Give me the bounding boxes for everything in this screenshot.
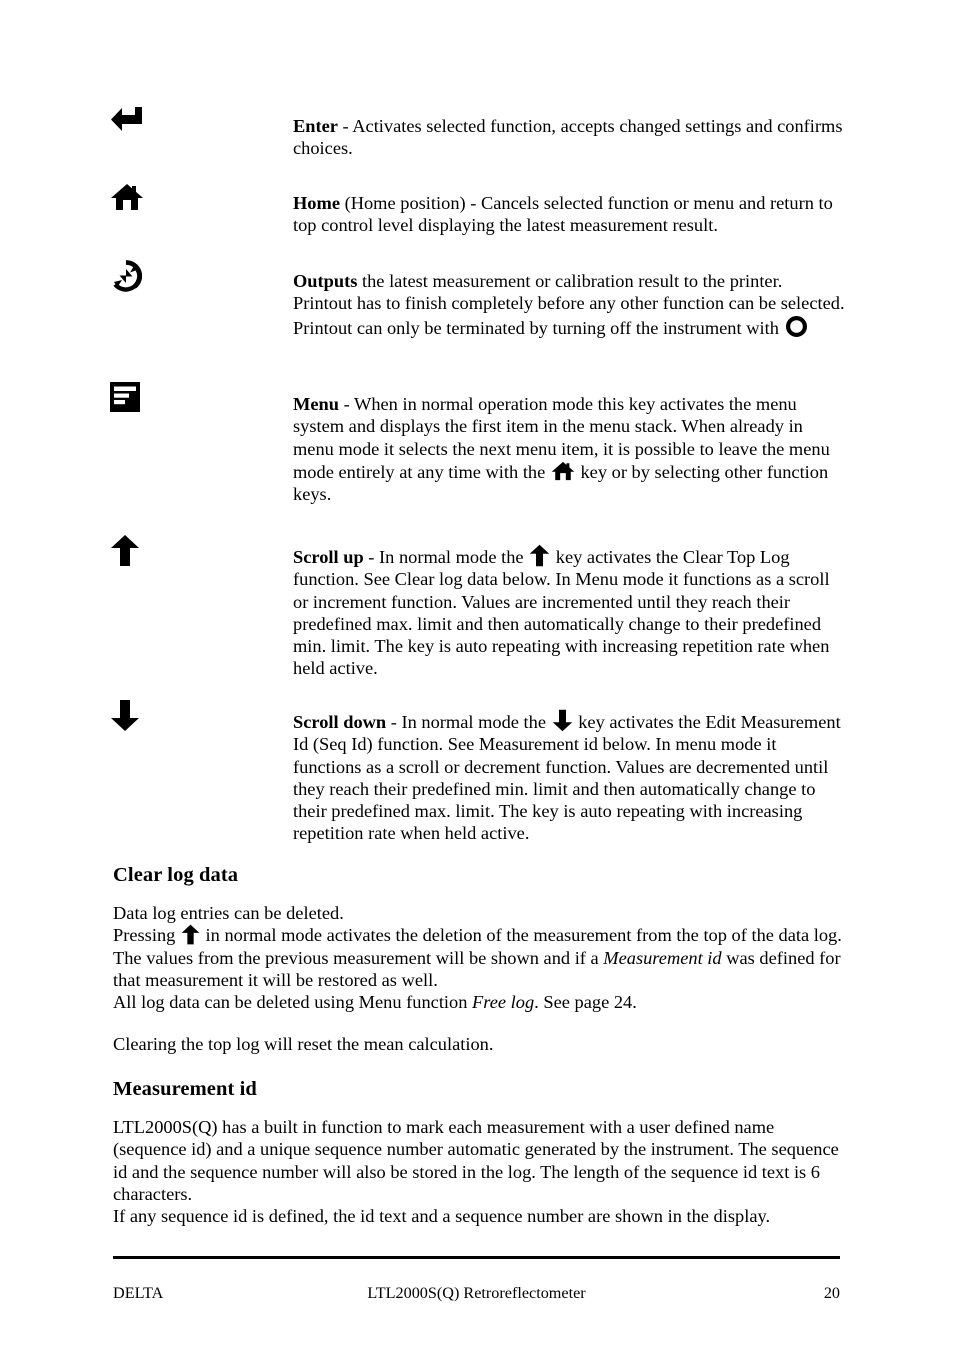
key-row-outputs: Outputs the latest measurement or calibr… — [110, 258, 845, 380]
arrow-up-icon — [110, 534, 170, 567]
clear-log-italic-free-log: Free log — [472, 992, 535, 1013]
key-term-menu: Menu — [293, 394, 339, 414]
key-description-scroll-down: Scroll down - In normal mode the key act… — [293, 697, 845, 845]
key-description-home: Home (Home position) - Cancels selected … — [293, 180, 845, 237]
measurement-id-paragraph-2: If any sequence id is defined, the id te… — [113, 1206, 771, 1227]
key-description-outputs: Outputs the latest measurement or calibr… — [293, 258, 845, 339]
section-heading-measurement-id: Measurement id — [113, 1078, 257, 1100]
footer-page-number: 20 — [823, 1284, 840, 1302]
power-circle-icon — [785, 315, 808, 338]
key-body-scroll-down-1: - In normal mode the — [386, 712, 551, 732]
footer-document-title: LTL2000S(Q) Retroreflectometer — [367, 1284, 586, 1302]
print-output-circular-arrow-icon — [110, 260, 170, 292]
enter-arrow-icon — [110, 106, 170, 136]
arrow-down-icon — [110, 699, 170, 732]
document-page: Enter - Activates selected function, acc… — [0, 0, 954, 1351]
key-term-enter: Enter — [293, 116, 338, 136]
key-description-enter: Enter - Activates selected function, acc… — [293, 100, 845, 160]
arrow-down-icon — [552, 709, 573, 732]
footer-divider — [113, 1256, 840, 1259]
key-description-scroll-up: Scroll up - In normal mode the key activ… — [293, 532, 845, 680]
arrow-up-icon — [529, 544, 550, 567]
clear-log-line-1: Data log entries can be deleted. — [113, 903, 344, 923]
measurement-id-section: Measurement id LTL2000S(Q) has a built i… — [113, 1076, 843, 1227]
key-term-scroll-up: Scroll up — [293, 547, 364, 567]
key-term-outputs: Outputs — [293, 271, 358, 291]
clear-log-line-3a: All log data can be deleted using Menu f… — [113, 992, 473, 1013]
key-term-scroll-down: Scroll down — [293, 712, 387, 732]
key-description-menu: Menu - When in normal operation mode thi… — [293, 380, 845, 505]
clearing-top-log-note: Clearing the top log will reset the mean… — [113, 1034, 494, 1054]
key-row-menu: Menu - When in normal operation mode thi… — [110, 380, 845, 532]
function-key-list: Enter - Activates selected function, acc… — [110, 100, 845, 847]
key-row-scroll-up: Scroll up - In normal mode the key activ… — [110, 532, 845, 697]
key-body-outputs: the latest measurement or calibration re… — [293, 271, 845, 338]
clear-log-line-2a: Pressing — [113, 925, 180, 946]
key-body-home: (Home position) - Cancels selected funct… — [293, 193, 833, 236]
key-row-home: Home (Home position) - Cancels selected … — [110, 180, 845, 258]
arrow-up-icon — [181, 924, 200, 945]
clear-log-italic-measurement-id: Measurement id — [603, 947, 722, 968]
measurement-id-paragraph-1: LTL2000S(Q) has a built in function to m… — [113, 1117, 839, 1204]
clear-log-data-section: Clear log data Data log entries can be d… — [113, 862, 843, 1013]
key-row-enter: Enter - Activates selected function, acc… — [110, 100, 845, 180]
home-icon — [551, 460, 575, 482]
section-heading-clear-log-data: Clear log data — [113, 864, 239, 886]
key-term-home: Home — [293, 193, 340, 213]
home-icon — [110, 182, 170, 212]
key-body-scroll-up-1: - In normal mode the — [363, 547, 529, 567]
clear-log-line-3b: . See page 24. — [534, 992, 637, 1013]
menu-list-icon — [110, 382, 170, 412]
key-body-enter: - Activates selected function, accepts c… — [293, 116, 843, 159]
clear-log-paragraph: Data log entries can be deleted. Pressin… — [113, 902, 843, 1013]
key-row-scroll-down: Scroll down - In normal mode the key act… — [110, 697, 845, 847]
